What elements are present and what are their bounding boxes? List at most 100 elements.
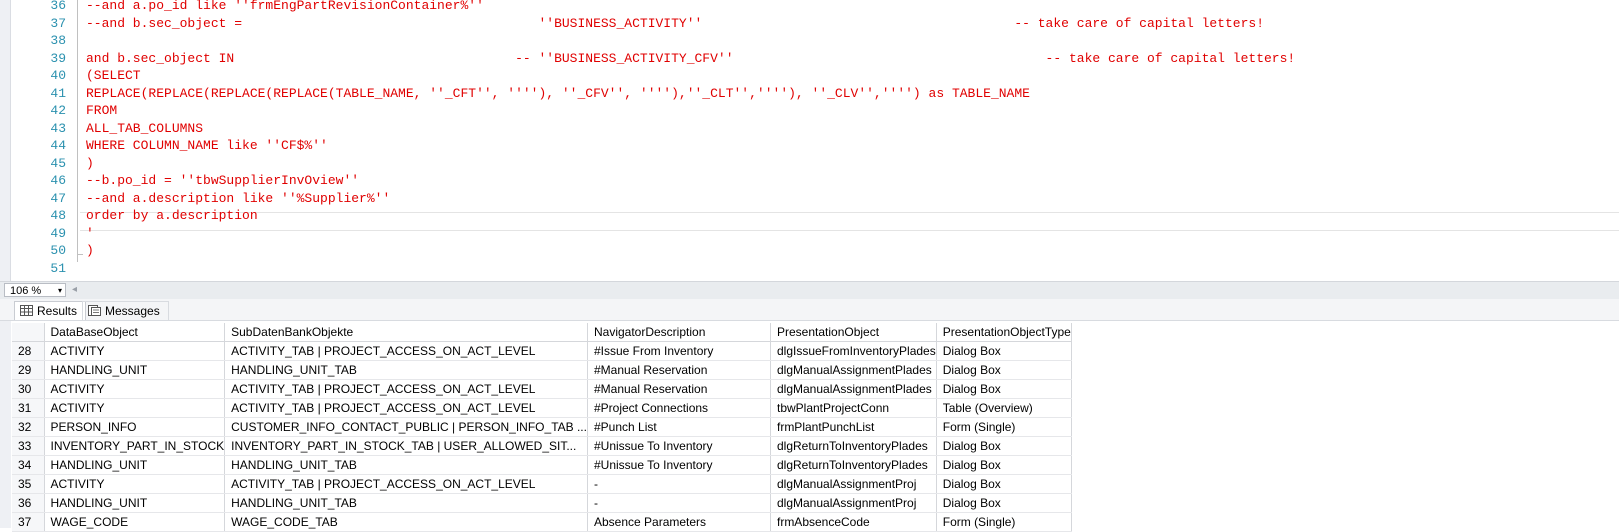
grid-cell[interactable]: Dialog Box bbox=[936, 474, 1072, 494]
line-number: 38 bbox=[50, 33, 66, 48]
grid-cell[interactable]: Dialog Box bbox=[936, 360, 1072, 380]
column-header[interactable]: DataBaseObject bbox=[44, 323, 226, 342]
grid-cell[interactable]: ACTIVITY_TAB | PROJECT_ACCESS_ON_ACT_LEV… bbox=[224, 341, 588, 361]
table-row[interactable]: 34 HANDLING_UNIT HANDLING_UNIT_TAB #Unissue… bbox=[12, 455, 1072, 475]
grid-cell[interactable]: frmAbsenceCode bbox=[770, 512, 937, 532]
scroll-left-arrow-icon[interactable]: ◂ bbox=[72, 284, 77, 295]
column-header[interactable]: NavigatorDescription bbox=[587, 323, 771, 342]
grid-cell[interactable]: ACTIVITY_TAB | PROJECT_ACCESS_ON_ACT_LEV… bbox=[224, 398, 588, 418]
grid-cell[interactable]: Dialog Box bbox=[936, 436, 1072, 456]
code-line[interactable]: --and b.sec_object = ''BUSINESS_ACTIVITY… bbox=[86, 15, 1264, 33]
grid-cell[interactable]: ACTIVITY bbox=[44, 341, 226, 361]
table-row[interactable]: 35 ACTIVITY ACTIVITY_TAB | PROJECT_ACCESS_… bbox=[12, 474, 1072, 494]
code-line[interactable]: --b.po_id = ''tbwSupplierInvOview'' bbox=[86, 172, 359, 190]
tab-messages[interactable]: Messages bbox=[82, 301, 169, 320]
grid-cell[interactable]: tbwPlantProjectConn bbox=[770, 398, 937, 418]
code-line[interactable]: ' bbox=[86, 225, 94, 243]
grid-cell[interactable]: HANDLING_UNIT bbox=[44, 360, 226, 380]
row-number-cell[interactable]: 36 bbox=[12, 493, 45, 513]
table-row[interactable]: 36 HANDLING_UNIT HANDLING_UNIT_TAB - dlgManu… bbox=[12, 493, 1072, 513]
row-number-cell[interactable]: 29 bbox=[12, 360, 45, 380]
grid-cell[interactable]: Form (Single) bbox=[936, 512, 1072, 532]
grid-cell[interactable]: #Project Connections bbox=[587, 398, 771, 418]
table-row[interactable]: 28 ACTIVITY ACTIVITY_TAB | PROJECT_ACCESS_… bbox=[12, 341, 1072, 361]
results-grid[interactable]: DataBaseObject SubDatenBankObjekte Navigat… bbox=[12, 323, 1072, 532]
code-line[interactable]: ) bbox=[86, 155, 94, 173]
grid-cell[interactable]: ACTIVITY bbox=[44, 379, 226, 399]
grid-cell[interactable]: dlgReturnToInventoryPlades bbox=[770, 455, 937, 475]
grid-corner-cell[interactable] bbox=[12, 323, 45, 342]
grid-cell[interactable]: HANDLING_UNIT bbox=[44, 455, 226, 475]
grid-cell[interactable]: dlgManualAssignmentProj bbox=[770, 474, 937, 494]
row-number-cell[interactable]: 37 bbox=[12, 512, 45, 532]
code-line[interactable]: WHERE COLUMN_NAME like ''CF$%'' bbox=[86, 137, 328, 155]
table-row[interactable]: 31 ACTIVITY ACTIVITY_TAB | PROJECT_ACCESS_… bbox=[12, 398, 1072, 418]
grid-cell[interactable]: #Manual Reservation bbox=[587, 360, 771, 380]
tab-results[interactable]: Results bbox=[14, 301, 87, 320]
column-header[interactable]: PresentationObject bbox=[770, 323, 937, 342]
grid-cell[interactable]: Dialog Box bbox=[936, 379, 1072, 399]
code-line[interactable]: ) bbox=[86, 242, 94, 260]
grid-cell[interactable]: Form (Single) bbox=[936, 417, 1072, 437]
code-line[interactable]: REPLACE(REPLACE(REPLACE(REPLACE(TABLE_NA… bbox=[86, 85, 1030, 103]
grid-cell[interactable]: dlgReturnToInventoryPlades bbox=[770, 436, 937, 456]
grid-cell[interactable]: WAGE_CODE bbox=[44, 512, 226, 532]
code-line[interactable]: ALL_TAB_COLUMNS bbox=[86, 120, 203, 138]
code-line[interactable]: FROM bbox=[86, 102, 117, 120]
grid-cell[interactable]: Table (Overview) bbox=[936, 398, 1072, 418]
table-row[interactable]: 30 ACTIVITY ACTIVITY_TAB | PROJECT_ACCESS_… bbox=[12, 379, 1072, 399]
grid-cell[interactable]: Absence Parameters bbox=[587, 512, 771, 532]
code-area[interactable]: --and a.po_id like ''frmEngPartRevisionC… bbox=[86, 0, 1619, 281]
row-number-cell[interactable]: 28 bbox=[12, 341, 45, 361]
table-row[interactable]: 32 PERSON_INFO CUSTOMER_INFO_CONTACT_PUBLI… bbox=[12, 417, 1072, 437]
zoom-dropdown[interactable]: 106 % ▾ bbox=[4, 283, 66, 297]
grid-cell[interactable]: HANDLING_UNIT_TAB bbox=[224, 455, 588, 475]
grid-cell[interactable]: PERSON_INFO bbox=[44, 417, 226, 437]
code-line[interactable]: and b.sec_object IN -- ''BUSINESS_ACTIVI… bbox=[86, 50, 1295, 68]
grid-cell[interactable]: Dialog Box bbox=[936, 341, 1072, 361]
grid-cell[interactable]: INVENTORY_PART_IN_STOCK bbox=[44, 436, 226, 456]
grid-cell[interactable]: ACTIVITY bbox=[44, 398, 226, 418]
code-line[interactable]: --and a.po_id like ''frmEngPartRevisionC… bbox=[86, 0, 484, 15]
grid-cell[interactable]: #Issue From Inventory bbox=[587, 341, 771, 361]
table-row[interactable]: 37 WAGE_CODE WAGE_CODE_TAB Absence Paramete… bbox=[12, 512, 1072, 532]
code-line[interactable]: (SELECT bbox=[86, 67, 141, 85]
column-header[interactable]: SubDatenBankObjekte bbox=[224, 323, 588, 342]
grid-cell[interactable]: ACTIVITY bbox=[44, 474, 226, 494]
row-number-cell[interactable]: 31 bbox=[12, 398, 45, 418]
grid-cell[interactable]: #Unissue To Inventory bbox=[587, 436, 771, 456]
grid-cell[interactable]: frmPlantPunchList bbox=[770, 417, 937, 437]
code-line[interactable]: order by a.description bbox=[86, 207, 258, 225]
grid-cell[interactable]: HANDLING_UNIT_TAB bbox=[224, 493, 588, 513]
table-row[interactable]: 33 INVENTORY_PART_IN_STOCK INVENTORY_PART_… bbox=[12, 436, 1072, 456]
grid-cell[interactable]: dlgManualAssignmentProj bbox=[770, 493, 937, 513]
grid-cell[interactable]: Dialog Box bbox=[936, 455, 1072, 475]
grid-cell[interactable]: ACTIVITY_TAB | PROJECT_ACCESS_ON_ACT_LEV… bbox=[224, 379, 588, 399]
grid-cell[interactable]: dlgManualAssignmentPlades bbox=[770, 360, 937, 380]
grid-cell[interactable]: HANDLING_UNIT bbox=[44, 493, 226, 513]
grid-cell[interactable]: #Unissue To Inventory bbox=[587, 455, 771, 475]
code-line[interactable]: --and a.description like ''%Supplier%'' bbox=[86, 190, 390, 208]
column-header[interactable]: PresentationObjectType bbox=[936, 323, 1072, 342]
grid-cell[interactable]: Dialog Box bbox=[936, 493, 1072, 513]
row-number-cell[interactable]: 33 bbox=[12, 436, 45, 456]
grid-cell[interactable]: CUSTOMER_INFO_CONTACT_PUBLIC | PERSON_IN… bbox=[224, 417, 588, 437]
row-number-cell[interactable]: 35 bbox=[12, 474, 45, 494]
grid-cell[interactable]: ACTIVITY_TAB | PROJECT_ACCESS_ON_ACT_LEV… bbox=[224, 474, 588, 494]
grid-cell[interactable]: dlgIssueFromInventoryPlades bbox=[770, 341, 937, 361]
grid-cell[interactable]: - bbox=[587, 474, 771, 494]
results-grid-panel[interactable]: DataBaseObject SubDatenBankObjekte Navigat… bbox=[0, 321, 1619, 532]
grid-cell[interactable]: #Manual Reservation bbox=[587, 379, 771, 399]
row-number-cell[interactable]: 32 bbox=[12, 417, 45, 437]
grid-cell[interactable]: INVENTORY_PART_IN_STOCK_TAB | USER_ALLOW… bbox=[224, 436, 588, 456]
sql-editor[interactable]: 36 37 38 39 40 41 42 43 44 45 46 47 48 49 50 51 --and a… bbox=[0, 0, 1619, 281]
grid-cell[interactable]: #Punch List bbox=[587, 417, 771, 437]
row-number-cell[interactable]: 34 bbox=[12, 455, 45, 475]
line-number: 40 bbox=[50, 68, 66, 83]
row-number-cell[interactable]: 30 bbox=[12, 379, 45, 399]
grid-cell[interactable]: dlgManualAssignmentPlades bbox=[770, 379, 937, 399]
grid-cell[interactable]: HANDLING_UNIT_TAB bbox=[224, 360, 588, 380]
grid-cell[interactable]: - bbox=[587, 493, 771, 513]
table-row[interactable]: 29 HANDLING_UNIT HANDLING_UNIT_TAB #Manual … bbox=[12, 360, 1072, 380]
grid-cell[interactable]: WAGE_CODE_TAB bbox=[224, 512, 588, 532]
